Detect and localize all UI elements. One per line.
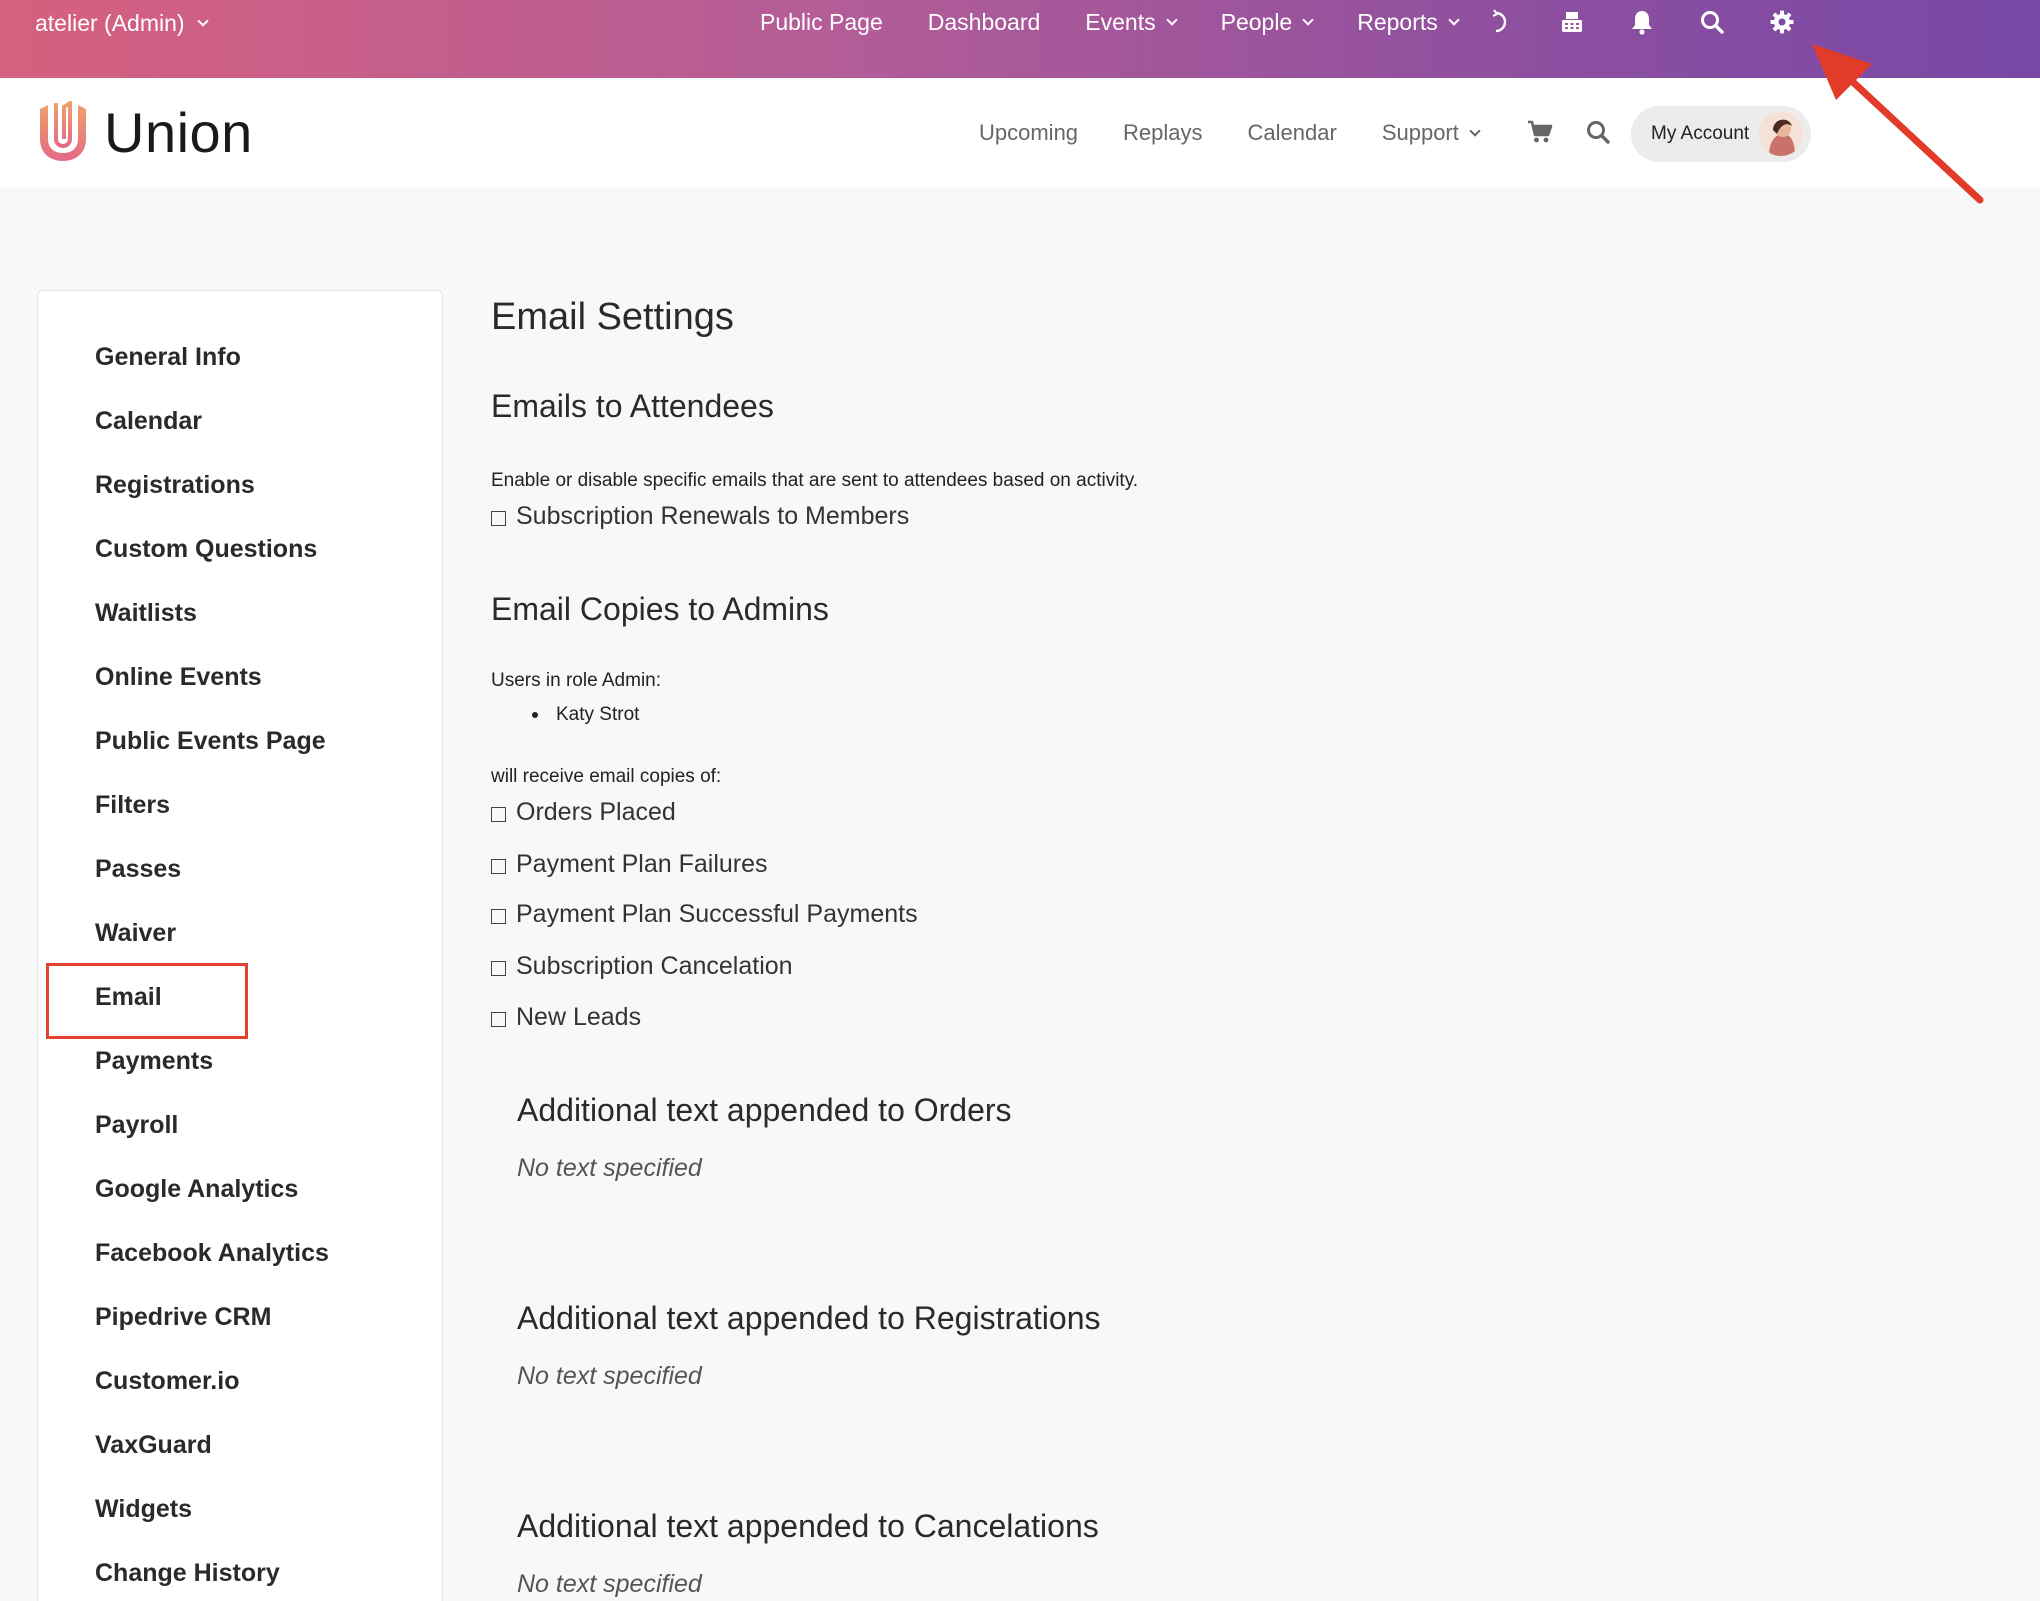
site-nav-calendar[interactable]: Calendar — [1248, 120, 1337, 146]
sidebar-item-general-info[interactable]: General Info — [95, 343, 241, 372]
admin-nav: Public Page Dashboard Events People Repo… — [760, 9, 1503, 36]
appended-orders-value: No text specified — [517, 1154, 702, 1182]
sidebar-item-custom-questions[interactable]: Custom Questions — [95, 535, 317, 564]
checkbox-icon — [491, 510, 506, 526]
checkbox-label: Payment Plan Failures — [516, 850, 768, 878]
admin-nav-people[interactable]: People — [1220, 9, 1314, 36]
sidebar-item-payroll[interactable]: Payroll — [95, 1111, 178, 1140]
sidebar-item-passes[interactable]: Passes — [95, 855, 181, 884]
checkbox-icon — [491, 858, 506, 874]
sidebar-item-pipedrive-crm[interactable]: Pipedrive CRM — [95, 1303, 271, 1332]
chevron-down-icon — [1448, 14, 1460, 26]
page-title: Email Settings — [491, 296, 734, 338]
checkbox-subscription-cancelation[interactable]: Subscription Cancelation — [491, 952, 793, 981]
site-icon-group — [1526, 118, 1612, 146]
checkbox-orders-placed[interactable]: Orders Placed — [491, 798, 676, 827]
avatar — [1759, 112, 1803, 156]
bullet-icon — [532, 712, 538, 718]
admin-icon-group — [1488, 8, 1796, 36]
sidebar-item-calendar[interactable]: Calendar — [95, 407, 202, 436]
attendees-heading: Emails to Attendees — [491, 388, 774, 424]
site-nav-support[interactable]: Support — [1381, 120, 1481, 146]
nav-label: Reports — [1357, 9, 1438, 35]
nav-label: Calendar — [1247, 120, 1337, 145]
nav-label: Replays — [1123, 120, 1203, 145]
chevron-down-icon — [1165, 14, 1178, 26]
checkbox-new-leads[interactable]: New Leads — [491, 1003, 641, 1032]
checkbox-icon — [491, 1011, 506, 1027]
account-label: My Account — [1651, 123, 1750, 144]
admin-user-name: Katy Strot — [556, 704, 640, 725]
admin-nav-dashboard[interactable]: Dashboard — [928, 9, 1041, 36]
admin-bar: atelier (Admin) Public Page Dashboard Ev… — [0, 0, 2040, 78]
checkbox-label: Payment Plan Successful Payments — [516, 900, 918, 928]
brand-name: Union — [104, 101, 253, 164]
admin-nav-reports[interactable]: Reports — [1357, 9, 1460, 36]
refresh-icon[interactable] — [1488, 8, 1516, 36]
org-switcher[interactable]: atelier (Admin) — [35, 10, 209, 37]
checkbox-label: Subscription Renewals to Members — [516, 502, 910, 530]
register-icon[interactable] — [1558, 8, 1586, 36]
sidebar-item-change-history[interactable]: Change History — [95, 1559, 280, 1588]
appended-orders-heading: Additional text appended to Orders — [517, 1092, 1012, 1128]
org-label: atelier (Admin) — [35, 10, 185, 36]
checkbox-icon — [491, 806, 506, 822]
checkbox-subscription-renewals[interactable]: Subscription Renewals to Members — [491, 502, 909, 531]
nav-label: Public Page — [760, 9, 883, 35]
sidebar-item-waiver[interactable]: Waiver — [95, 919, 176, 948]
sidebar-item-facebook-analytics[interactable]: Facebook Analytics — [95, 1239, 329, 1268]
attendees-description: Enable or disable specific emails that a… — [491, 470, 1139, 491]
chevron-down-icon — [1302, 14, 1314, 26]
gear-icon[interactable] — [1768, 8, 1796, 36]
brand-logo[interactable]: Union — [36, 100, 253, 165]
checkbox-payment-plan-failures[interactable]: Payment Plan Failures — [491, 850, 768, 879]
appended-cancelations-value: No text specified — [517, 1570, 702, 1598]
checkbox-label: Subscription Cancelation — [516, 952, 793, 980]
checkbox-icon — [491, 908, 506, 924]
site-header: Union Upcoming Replays Calendar Support … — [0, 78, 2040, 188]
sidebar-item-payments[interactable]: Payments — [95, 1047, 213, 1076]
nav-label: Events — [1085, 9, 1156, 35]
receive-copies-text: will receive email copies of: — [491, 766, 722, 787]
bell-icon[interactable] — [1628, 8, 1656, 36]
admins-heading: Email Copies to Admins — [491, 591, 829, 627]
checkbox-label: New Leads — [516, 1003, 642, 1031]
admin-user-item: Katy Strot — [532, 704, 639, 726]
highlight-annotation-box — [46, 963, 248, 1039]
nav-label: Dashboard — [927, 9, 1041, 35]
sidebar-item-public-events-page[interactable]: Public Events Page — [95, 727, 326, 756]
sidebar-item-vaxguard[interactable]: VaxGuard — [95, 1431, 212, 1460]
search-icon[interactable] — [1584, 118, 1612, 146]
sidebar-item-registrations[interactable]: Registrations — [95, 471, 255, 500]
nav-label: Support — [1381, 120, 1459, 145]
settings-sidebar: General Info Calendar Registrations Cust… — [37, 290, 443, 1601]
appended-registrations-value: No text specified — [517, 1362, 702, 1390]
admin-role-text: Users in role Admin: — [491, 670, 662, 691]
site-nav: Upcoming Replays Calendar Support — [979, 120, 1524, 146]
sidebar-item-online-events[interactable]: Online Events — [95, 663, 262, 692]
checkbox-label: Orders Placed — [516, 798, 676, 826]
admin-nav-events[interactable]: Events — [1085, 9, 1178, 36]
admin-nav-public-page[interactable]: Public Page — [760, 9, 883, 36]
checkbox-icon — [491, 960, 506, 976]
union-logo-icon — [36, 100, 90, 165]
search-icon[interactable] — [1698, 8, 1726, 36]
appended-cancelations-heading: Additional text appended to Cancelations — [517, 1508, 1099, 1544]
site-nav-replays[interactable]: Replays — [1123, 120, 1202, 146]
sidebar-item-waitlists[interactable]: Waitlists — [95, 599, 197, 628]
my-account-button[interactable]: My Account — [1631, 106, 1811, 162]
sidebar-item-customer-io[interactable]: Customer.io — [95, 1367, 239, 1396]
nav-label: People — [1220, 9, 1293, 35]
sidebar-item-widgets[interactable]: Widgets — [95, 1495, 192, 1524]
appended-registrations-heading: Additional text appended to Registration… — [517, 1300, 1101, 1336]
sidebar-item-filters[interactable]: Filters — [95, 791, 170, 820]
nav-label: Upcoming — [979, 120, 1079, 145]
chevron-down-icon — [1469, 124, 1481, 137]
cart-icon[interactable] — [1526, 118, 1554, 146]
site-nav-upcoming[interactable]: Upcoming — [979, 120, 1078, 146]
sidebar-item-google-analytics[interactable]: Google Analytics — [95, 1175, 298, 1204]
chevron-down-icon — [196, 15, 209, 27]
checkbox-payment-plan-successful[interactable]: Payment Plan Successful Payments — [491, 900, 918, 929]
